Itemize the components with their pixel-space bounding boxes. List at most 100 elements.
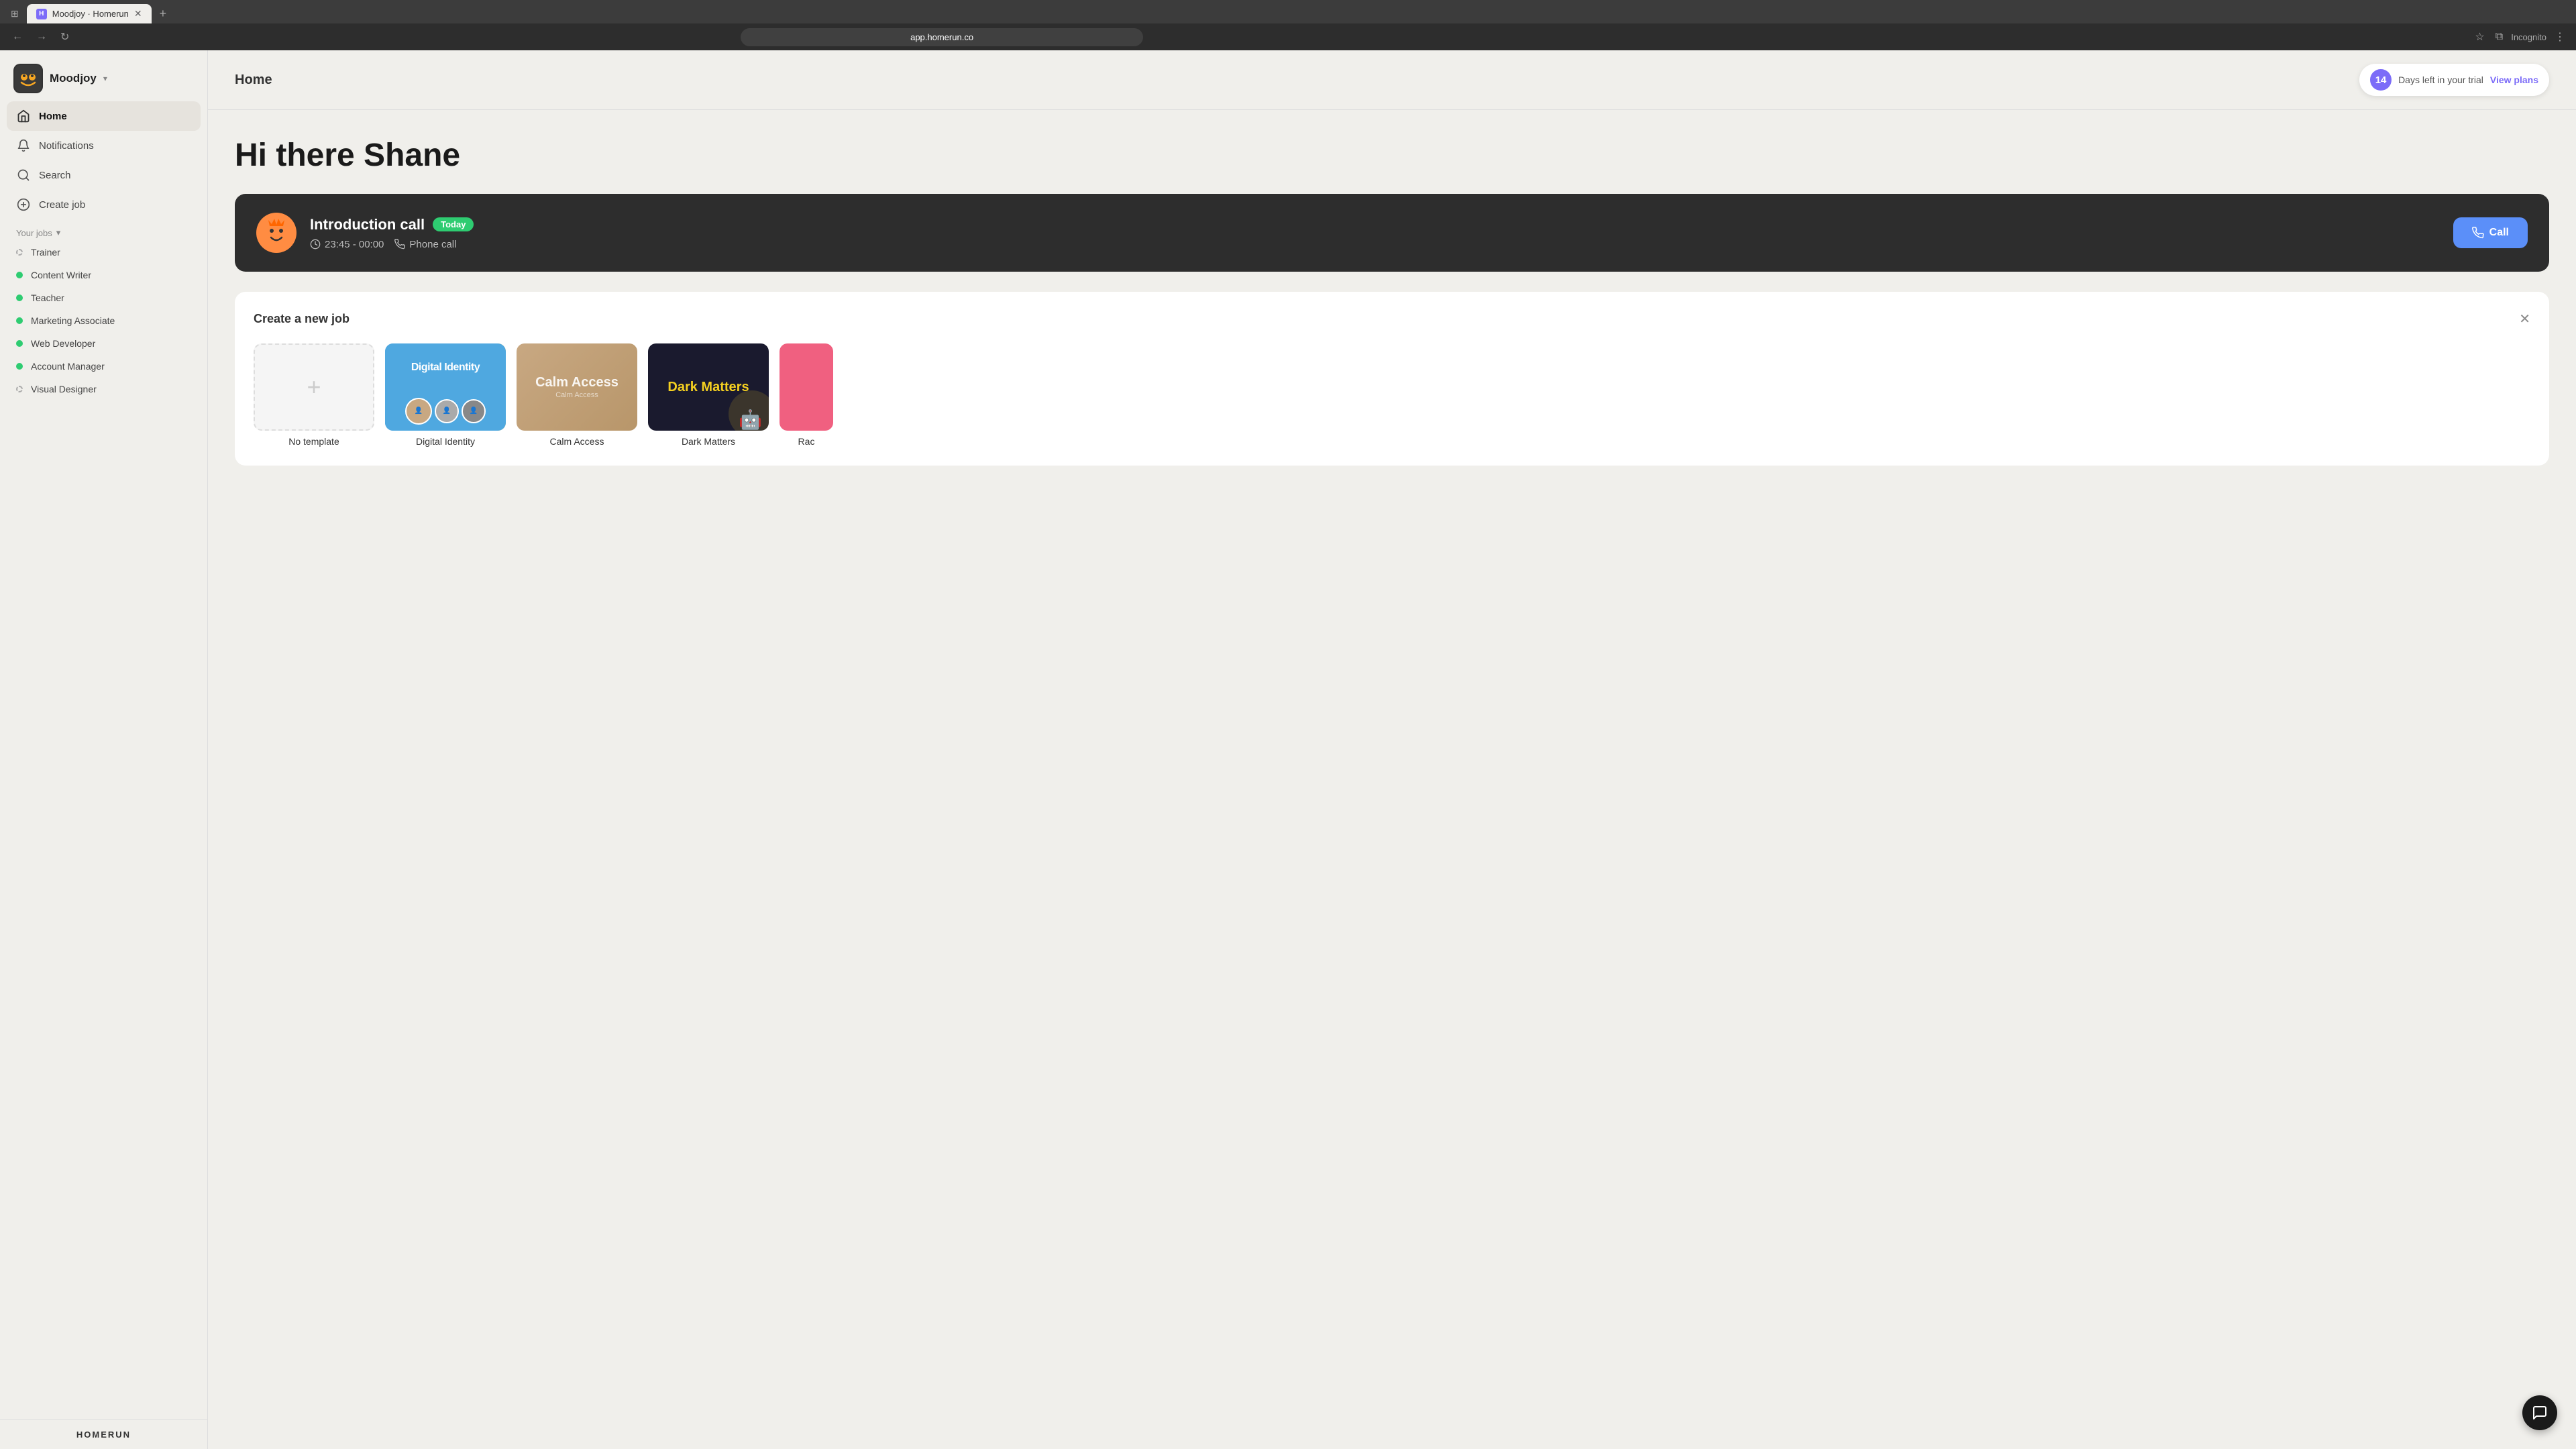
job-status-content-writer — [16, 272, 23, 278]
split-view-button[interactable]: ⧉ — [2493, 28, 2506, 46]
calm-access-label: Calm Access — [517, 436, 637, 447]
digital-identity-img: Digital Identity 👤 👤 👤 — [385, 343, 506, 431]
reload-button[interactable]: ↻ — [56, 28, 73, 46]
job-item-trainer[interactable]: Trainer — [7, 241, 201, 264]
sidebar: Moodjoy ▾ Home Notifications — [0, 50, 208, 1449]
incognito-label: Incognito — [2511, 32, 2546, 42]
job-label-content-writer: Content Writer — [31, 270, 91, 280]
view-plans-button[interactable]: View plans — [2490, 74, 2538, 85]
today-badge: Today — [433, 217, 474, 231]
create-job-card: Create a new job ✕ + No template — [235, 292, 2549, 466]
job-status-marketing-associate — [16, 317, 23, 324]
sidebar-notifications-label: Notifications — [39, 140, 94, 152]
job-status-web-developer — [16, 340, 23, 347]
intro-avatar — [256, 213, 297, 253]
template-calm-access[interactable]: Calm Access Calm Access Calm Access — [517, 343, 637, 447]
menu-button[interactable]: ⋮ — [2552, 28, 2568, 46]
intro-call-title: Introduction call — [310, 216, 425, 233]
template-no-template[interactable]: + No template — [254, 343, 374, 447]
tab-switcher[interactable]: ⊞ — [5, 5, 24, 22]
back-button[interactable]: ← — [8, 28, 27, 46]
company-name: Moodjoy — [50, 72, 97, 85]
job-item-content-writer[interactable]: Content Writer — [7, 264, 201, 286]
active-tab[interactable]: H Moodjoy · Homerun ✕ — [27, 4, 152, 23]
sidebar-scroll: Home Notifications Search — [0, 101, 207, 1419]
company-logo — [13, 64, 43, 93]
intro-call-type-text: Phone call — [409, 239, 456, 250]
sidebar-item-notifications[interactable]: Notifications — [7, 131, 201, 160]
job-label-marketing-associate: Marketing Associate — [31, 315, 115, 326]
sidebar-item-home[interactable]: Home — [7, 101, 201, 131]
browser-chrome: ⊞ H Moodjoy · Homerun ✕ + ← → ↻ ☆ ⧉ Inco… — [0, 0, 2576, 50]
job-item-visual-designer[interactable]: Visual Designer — [7, 378, 201, 400]
company-dropdown-icon: ▾ — [103, 74, 107, 83]
job-item-account-manager[interactable]: Account Manager — [7, 355, 201, 378]
no-template-label: No template — [254, 436, 374, 447]
new-tab-button[interactable]: + — [154, 4, 172, 23]
intro-call-info: Introduction call Today 23:45 - 00:00 Ph… — [310, 216, 2440, 250]
intro-time-range: 23:45 - 00:00 — [310, 239, 384, 250]
call-button[interactable]: Call — [2453, 217, 2528, 248]
rac-label: Rac — [780, 436, 833, 447]
chat-button[interactable] — [2522, 1395, 2557, 1430]
no-template-plus-icon: + — [307, 373, 321, 401]
address-bar[interactable] — [741, 28, 1143, 46]
nav-bar: ← → ↻ ☆ ⧉ Incognito ⋮ — [0, 23, 2576, 50]
sidebar-nav: Home Notifications Search — [0, 101, 207, 1419]
dark-matters-img: Dark Matters 🤖 — [648, 343, 769, 431]
your-jobs-section[interactable]: Your jobs ▾ — [7, 219, 201, 241]
template-digital-identity[interactable]: Digital Identity 👤 👤 👤 Digital Identity — [385, 343, 506, 447]
template-rac[interactable]: Rac — [780, 343, 833, 447]
job-status-account-manager — [16, 363, 23, 370]
intro-time-text: 23:45 - 00:00 — [325, 239, 384, 250]
bookmark-button[interactable]: ☆ — [2472, 28, 2487, 46]
job-label-visual-designer: Visual Designer — [31, 384, 97, 394]
tab-favicon: H — [36, 9, 47, 19]
main-content: Hi there Shane Introdu — [208, 110, 2576, 1449]
sidebar-item-search[interactable]: Search — [7, 160, 201, 190]
home-icon — [16, 109, 31, 123]
main-header: Home 14 Days left in your trial View pla… — [208, 50, 2576, 110]
sidebar-item-create-job[interactable]: Create job — [7, 190, 201, 219]
job-item-marketing-associate[interactable]: Marketing Associate — [7, 309, 201, 332]
template-dark-matters[interactable]: Dark Matters 🤖 Dark Matters — [648, 343, 769, 447]
company-header[interactable]: Moodjoy ▾ — [0, 50, 207, 101]
search-icon — [16, 168, 31, 182]
notifications-icon — [16, 138, 31, 153]
no-template-img: + — [254, 343, 374, 431]
main: Home 14 Days left in your trial View pla… — [208, 50, 2576, 1449]
digital-identity-label: Digital Identity — [385, 436, 506, 447]
job-status-visual-designer — [16, 386, 23, 392]
dark-matters-label: Dark Matters — [648, 436, 769, 447]
your-jobs-label: Your jobs — [16, 228, 52, 238]
job-label-trainer: Trainer — [31, 247, 60, 258]
homerun-logo: HOMERUN — [13, 1430, 194, 1440]
sidebar-home-label: Home — [39, 111, 67, 122]
templates-grid: + No template Digital Identity 👤 � — [254, 343, 2530, 447]
job-item-teacher[interactable]: Teacher — [7, 286, 201, 309]
sidebar-footer: HOMERUN — [0, 1419, 207, 1449]
page-title: Home — [235, 72, 272, 88]
call-button-label: Call — [2489, 227, 2509, 239]
job-item-web-developer[interactable]: Web Developer — [7, 332, 201, 355]
forward-button[interactable]: → — [32, 28, 51, 46]
trial-badge: 14 Days left in your trial View plans — [2359, 64, 2549, 96]
create-job-header: Create a new job ✕ — [254, 311, 2530, 327]
job-status-trainer — [16, 249, 23, 256]
tab-bar: ⊞ H Moodjoy · Homerun ✕ + — [0, 0, 2576, 23]
tab-close-button[interactable]: ✕ — [134, 8, 142, 19]
job-label-account-manager: Account Manager — [31, 361, 105, 372]
create-job-icon — [16, 197, 31, 212]
app: Moodjoy ▾ Home Notifications — [0, 50, 2576, 1449]
intro-title-row: Introduction call Today — [310, 216, 2440, 233]
rac-img — [780, 343, 833, 431]
intro-time-row: 23:45 - 00:00 Phone call — [310, 239, 2440, 250]
create-job-title: Create a new job — [254, 312, 350, 326]
job-label-web-developer: Web Developer — [31, 338, 95, 349]
calm-access-img: Calm Access Calm Access — [517, 343, 637, 431]
create-job-close-button[interactable]: ✕ — [2519, 311, 2530, 327]
sidebar-search-label: Search — [39, 170, 71, 181]
job-status-teacher — [16, 294, 23, 301]
job-label-teacher: Teacher — [31, 292, 64, 303]
trial-days-number: 14 — [2370, 69, 2392, 91]
